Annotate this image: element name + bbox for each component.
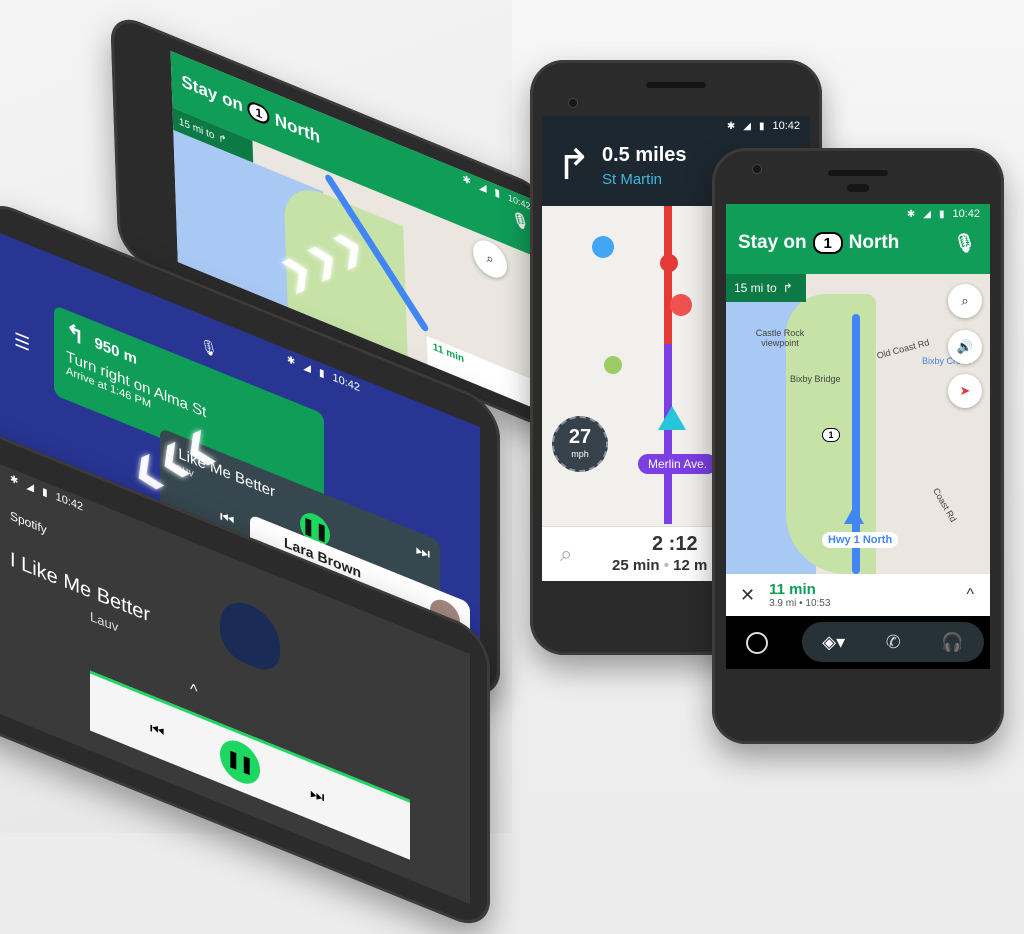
current-street-chip: Merlin Ave. [638,454,718,474]
maps-screen: ✱ ◢ ▮ 10:42 Stay on 1 North 🎙 15 mi to ↱… [726,204,990,669]
menu-icon[interactable]: ☰ [14,329,30,357]
battery-icon: ▮ [494,186,501,200]
compass-button[interactable]: ➤ [948,374,982,408]
turn-right-icon: ↱ [556,141,592,188]
signal-icon: ◢ [923,208,931,220]
turn-left-icon: ↰ [66,317,85,351]
traffic-jam-icon [670,294,692,316]
turn-right-icon: ↱ [782,281,793,295]
search-button[interactable]: ⌕ [948,284,982,318]
search-icon[interactable]: ⌕ [560,541,572,567]
label-coast-rd: Coast Rd [931,486,959,524]
status-time: 10:42 [952,208,980,220]
speedometer: 27 mph [552,416,608,472]
phone-icon[interactable]: ✆ [886,632,901,653]
waze-street: St Martin [602,171,663,188]
signal-icon: ◢ [478,179,487,195]
navigation-app-icon[interactable]: ◈▾ [822,632,845,653]
turn-right-icon: ↱ [218,131,227,147]
route-marker: 1 [822,428,840,442]
duration: 25 min [612,557,660,574]
spotify-song-title: I Like Me Better [10,548,151,627]
signal-icon: ◢ [26,479,35,494]
eta-time: 10:53 [805,598,831,609]
hazard-icon [660,254,678,272]
skip-prev-icon[interactable]: ⏮ [150,720,164,744]
battery-icon: ▮ [758,120,765,132]
bluetooth-icon: ✱ [462,173,472,188]
album-art-flower [220,593,280,678]
volume-button[interactable]: 🔊 [948,330,982,364]
phone-maps: ✱ ◢ ▮ 10:42 Stay on 1 North 🎙 15 mi to ↱… [712,148,1004,744]
maps-map: 15 mi to ↱ Castle Rock viewpoint Old Coa… [726,274,990,574]
instruction-suffix: North [848,232,900,253]
headphones-icon[interactable]: 🎧 [941,632,963,653]
expand-chevron[interactable]: ^ [190,681,198,702]
battery-icon: ▮ [42,485,48,499]
route-shield: 1 [812,232,843,254]
route-label: Hwy 1 North [822,532,899,548]
bluetooth-icon: ✱ [906,208,916,220]
wazer-icon [604,356,622,374]
app-bar: ◈▾ ✆ 🎧 [726,616,990,669]
spotify-logo: Spotify [10,508,47,538]
status-time: 10:42 [772,120,800,132]
home-button[interactable] [746,632,768,654]
battery-icon: ▮ [938,208,945,220]
status-time: 10:42 [332,371,360,395]
navigation-arrow [844,506,864,524]
eta-distance: 3.9 mi [769,598,797,609]
mic-icon[interactable]: 🎙 [953,233,976,254]
eta-bar: ✕ 11 min 3.9 mi • 10:53 ^ [726,574,990,616]
label-castle-rock: Castle Rock viewpoint [755,328,805,348]
signal-icon: ◢ [743,120,751,132]
eta-duration: 11 min [769,581,816,598]
bluetooth-icon: ✱ [286,353,296,368]
route-segment [664,344,672,524]
next-turn-chip: 15 mi to ↱ [726,274,806,302]
signal-icon: ◢ [303,360,311,375]
bluetooth-icon: ✱ [726,120,736,132]
instruction-prefix: Stay on [738,232,807,253]
police-icon [592,236,614,258]
pause-button[interactable]: ❚❚ [220,734,260,791]
close-icon[interactable]: ✕ [740,585,755,606]
bluetooth-icon: ✱ [10,472,19,488]
chevron-up-icon[interactable]: ^ [966,586,974,604]
battery-icon: ▮ [318,366,325,380]
arrival-time: 2 :12 [652,533,698,555]
waze-distance: 0.5 miles [602,144,687,166]
remaining-distance: 12 m [673,557,708,574]
label-bixby-bridge: Bixby Bridge [790,374,841,384]
maps-header: ✱ ◢ ▮ 10:42 Stay on 1 North 🎙 [726,204,990,274]
status-time: 10:42 [55,490,84,514]
current-position-arrow [658,406,686,430]
skip-next-icon[interactable]: ⏭ [310,784,324,808]
traffic-segment [664,206,672,346]
